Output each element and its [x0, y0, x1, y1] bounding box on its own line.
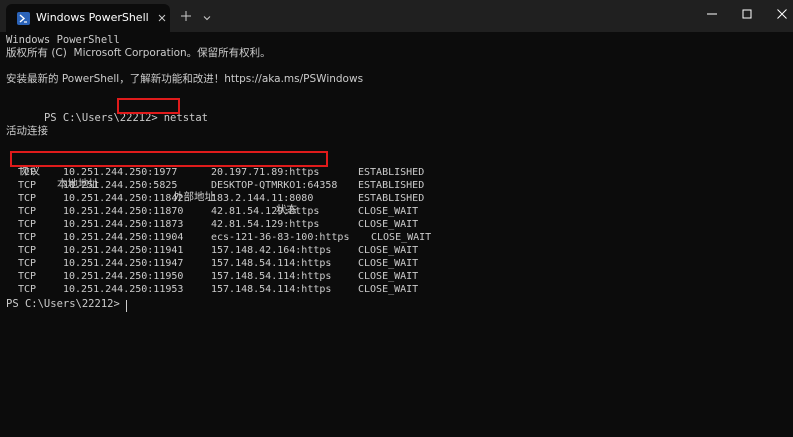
table-row: TCP 10.251.244.250:11947 157.148.54.114:…: [18, 258, 419, 269]
banner-line-1: Windows PowerShell: [6, 34, 120, 46]
text-cursor: [126, 300, 127, 312]
title-bar[interactable]: Windows PowerShell: [0, 0, 793, 32]
plus-icon[interactable]: [180, 9, 192, 21]
terminal-output[interactable]: Windows PowerShell 版权所有 (C) Microsoft Co…: [0, 32, 793, 437]
maximize-icon[interactable]: [740, 7, 754, 21]
table-row: TCP 10.251.244.250:11953 157.148.54.114:…: [18, 284, 419, 295]
banner-line-3: 安装最新的 PowerShell，了解新功能和改进！https://aka.ms…: [6, 73, 364, 85]
command-highlight-box: [117, 98, 180, 114]
header-highlight-box: [10, 151, 328, 167]
window-close-icon[interactable]: [775, 7, 789, 21]
minimize-icon[interactable]: [705, 7, 719, 21]
tab-windows-powershell[interactable]: Windows PowerShell: [6, 4, 170, 32]
final-prompt: PS C:\Users\22212>: [6, 298, 120, 310]
tab-title: Windows PowerShell: [36, 11, 149, 24]
table-row: TCP 10.251.244.250:11941 157.148.42.164:…: [18, 245, 419, 256]
table-row: TCP 10.251.244.250:1977 20.197.71.89:htt…: [18, 167, 425, 178]
section-title: 活动连接: [6, 125, 48, 137]
table-row: TCP 10.251.244.250:11904 ecs-121-36-83-1…: [18, 232, 432, 243]
table-row: TCP 10.251.244.250:5825 DESKTOP-QTMRKO1:…: [18, 180, 425, 191]
banner-line-2: 版权所有 (C) Microsoft Corporation。保留所有权利。: [6, 47, 271, 59]
table-row: TCP 10.251.244.250:11870 42.81.54.129:ht…: [18, 206, 419, 217]
chevron-down-icon[interactable]: [202, 10, 212, 21]
table-row: TCP 10.251.244.250:11873 42.81.54.129:ht…: [18, 219, 419, 230]
table-row: TCP 10.251.244.250:11842 183.2.144.11:80…: [18, 193, 425, 204]
powershell-window: Windows PowerShell Windows PowerShell 版权…: [0, 0, 793, 437]
close-icon[interactable]: [156, 11, 168, 23]
powershell-icon: [17, 12, 30, 25]
table-row: TCP 10.251.244.250:11950 157.148.54.114:…: [18, 271, 419, 282]
